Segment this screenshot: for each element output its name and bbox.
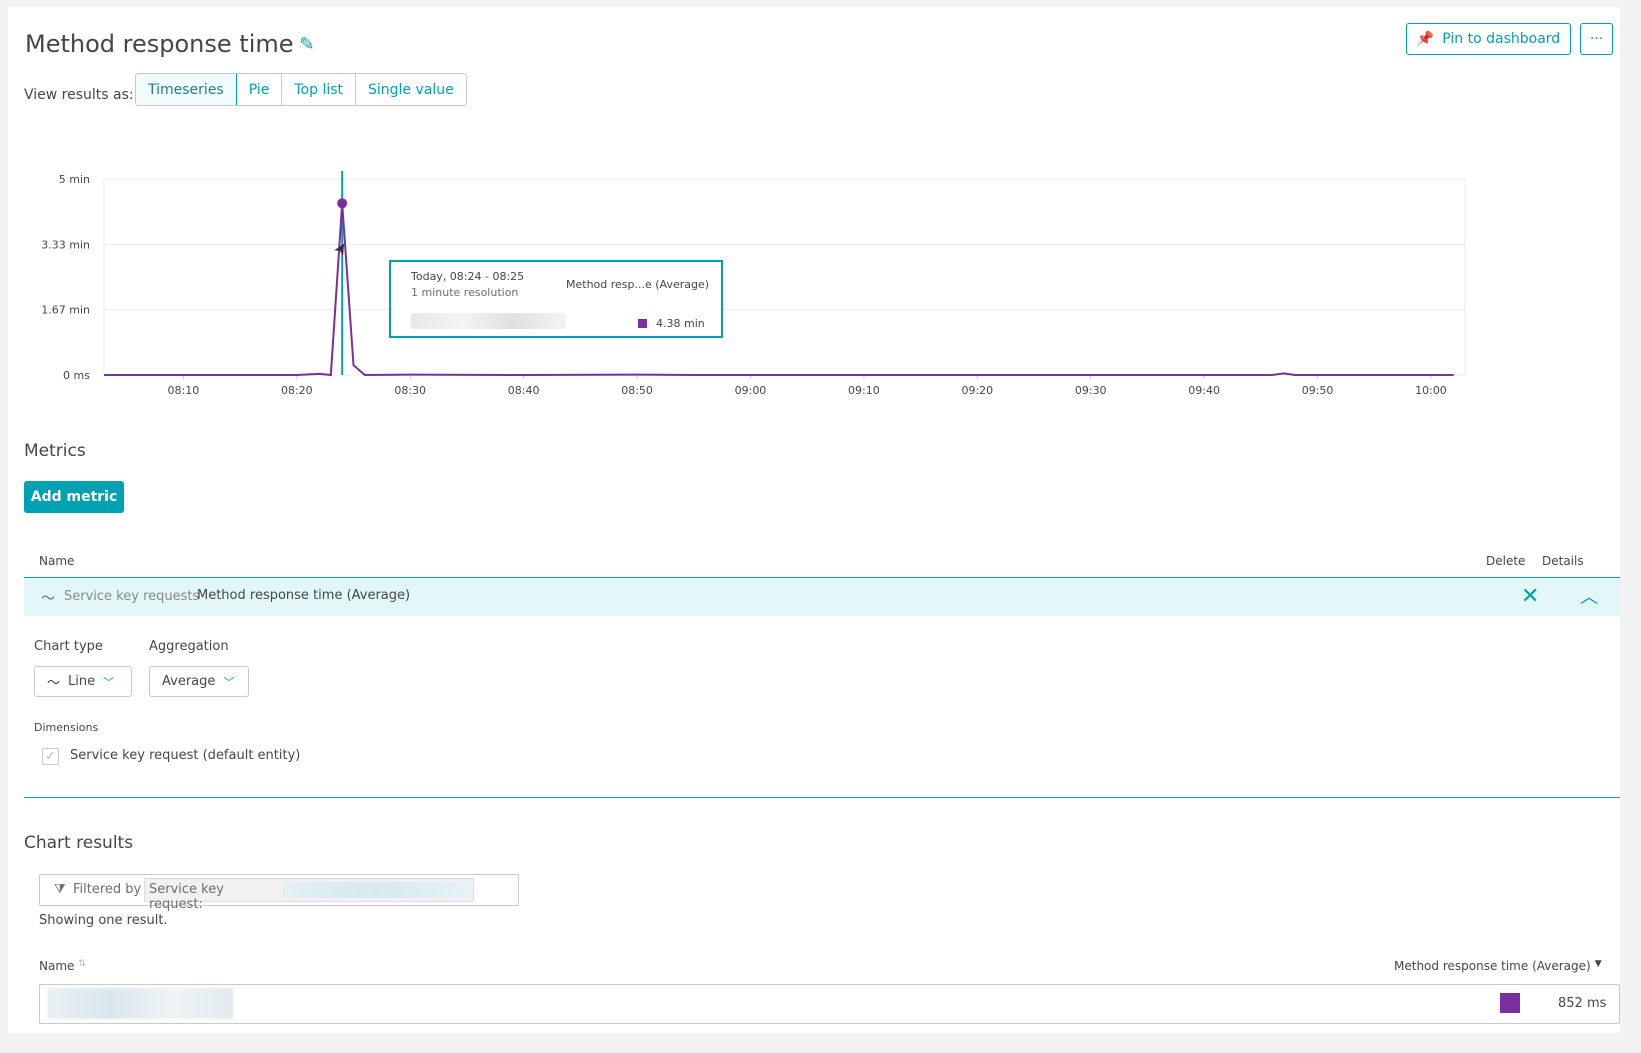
aggregation-label: Aggregation xyxy=(149,639,229,654)
collapse-details-chevron-up-icon[interactable]: ︿ xyxy=(1580,583,1598,609)
sort-icon: ⇅ xyxy=(78,959,86,969)
results-table-row[interactable]: 852 ms xyxy=(39,984,1620,1024)
results-col-metric[interactable]: Method response time (Average) ▼ xyxy=(1394,959,1602,973)
plot-frame xyxy=(103,178,1466,376)
tooltip-metric: Method resp...e (Average) xyxy=(566,278,710,291)
dimensions-label: Dimensions xyxy=(34,721,99,734)
tooltip-resolution: 1 minute resolution xyxy=(411,286,519,299)
aggregation-value: Average xyxy=(162,674,216,689)
chevron-down-icon: ﹀ xyxy=(103,675,115,689)
x-tick-label: 09:10 xyxy=(848,384,880,397)
page-title-text: Method response time xyxy=(25,30,294,58)
tooltip-time: Today, 08:24 - 08:25 xyxy=(411,270,525,283)
more-options-button[interactable]: ··· xyxy=(1580,23,1613,55)
edit-pencil-icon[interactable]: ✎ xyxy=(300,34,315,55)
mouse-cursor-icon: ➤ xyxy=(329,238,352,259)
y-tick-label: 0 ms xyxy=(63,369,90,382)
metric-category: Service key requests xyxy=(64,589,200,604)
filter-icon: ⧩ xyxy=(54,882,66,897)
x-tick-label: 08:40 xyxy=(508,384,540,397)
metrics-col-name: Name xyxy=(39,554,75,568)
filter-tag[interactable]: Service key request: xyxy=(144,878,474,912)
tooltip-series-swatch xyxy=(638,319,647,328)
view-results-label: View results as: xyxy=(24,87,134,103)
tooltip-entity-redacted xyxy=(411,313,566,329)
chart-results-title: Chart results xyxy=(24,833,134,853)
x-tick-label: 09:40 xyxy=(1188,384,1220,397)
page-title: Method response time ✎ xyxy=(25,30,315,58)
filter-tag-label: Service key request: xyxy=(149,882,224,912)
main-panel: Method response time ✎ 📌 Pin to dashboar… xyxy=(8,7,1620,1033)
filter-tag-value-redacted xyxy=(283,882,469,898)
x-tick-label: 09:00 xyxy=(735,384,767,397)
metrics-section-title: Metrics xyxy=(24,441,86,461)
section-divider xyxy=(24,797,1620,798)
metrics-col-details: Details xyxy=(1542,554,1584,568)
x-tick-label: 10:00 xyxy=(1415,384,1447,397)
metric-name: Method response time (Average) xyxy=(197,588,411,603)
view-option-top-list[interactable]: Top list xyxy=(282,74,357,105)
dimension-checkbox[interactable]: ✓ xyxy=(42,748,59,765)
series-line xyxy=(104,203,1454,377)
pin-label: Pin to dashboard xyxy=(1442,31,1561,47)
y-tick-label: 1.67 min xyxy=(41,304,90,317)
delete-metric-icon[interactable]: ✕ xyxy=(1521,584,1539,609)
filtered-by-label: Filtered by xyxy=(73,882,142,897)
dimension-item-label: Service key request (default entity) xyxy=(70,748,301,763)
chart-type-value: Line xyxy=(68,674,96,689)
results-col-metric-label: Method response time (Average) xyxy=(1394,959,1591,973)
view-option-single-value[interactable]: Single value xyxy=(356,74,466,105)
line-chart-icon: 〜 xyxy=(47,676,61,691)
chevron-down-icon: ﹀ xyxy=(223,675,235,689)
highlight-point xyxy=(337,198,348,209)
results-col-name-label: Name xyxy=(39,959,75,973)
result-value: 852 ms xyxy=(1558,996,1607,1011)
view-mode-segmented-control: Timeseries Pie Top list Single value xyxy=(135,73,467,106)
x-tick-label: 08:50 xyxy=(621,384,653,397)
x-tick-label: 09:30 xyxy=(1075,384,1107,397)
results-col-name[interactable]: Name ⇅ xyxy=(39,959,86,973)
add-metric-button[interactable]: Add metric xyxy=(24,481,124,513)
y-tick-label: 3.33 min xyxy=(41,238,90,251)
metric-row[interactable]: 〜 Service key requests Method response t… xyxy=(24,577,1620,616)
x-tick-label: 08:20 xyxy=(281,384,313,397)
result-series-swatch xyxy=(1500,993,1520,1013)
pin-icon: 📌 xyxy=(1416,31,1435,47)
showing-results-text: Showing one result. xyxy=(39,913,168,928)
aggregation-dropdown[interactable]: Average ﹀ xyxy=(149,666,249,697)
view-option-pie[interactable]: Pie xyxy=(237,74,283,105)
line-chart-icon: 〜 xyxy=(41,591,55,607)
timeseries-chart[interactable]: 5 min 3.33 min 1.67 min 0 ms 08:10 08:20 08:30… xyxy=(8,157,1620,427)
x-tick-label: 09:50 xyxy=(1302,384,1334,397)
more-icon: ··· xyxy=(1589,31,1604,47)
pin-to-dashboard-button[interactable]: 📌 Pin to dashboard xyxy=(1406,23,1571,55)
y-tick-label: 5 min xyxy=(59,173,90,186)
sort-desc-icon: ▼ xyxy=(1594,959,1602,969)
chart-type-label: Chart type xyxy=(34,639,103,654)
result-name-redacted xyxy=(47,988,233,1019)
x-tick-label: 08:30 xyxy=(394,384,426,397)
x-tick-label: 08:10 xyxy=(168,384,200,397)
view-option-timeseries[interactable]: Timeseries xyxy=(135,74,237,105)
results-filter-box[interactable]: ⧩ Filtered by Service key request: xyxy=(39,874,519,912)
chart-type-dropdown[interactable]: 〜 Line ﹀ xyxy=(34,666,132,697)
chart-tooltip: Today, 08:24 - 08:25 1 minute resolution… xyxy=(389,260,723,338)
x-tick-label: 09:20 xyxy=(961,384,993,397)
tooltip-value: 4.38 min xyxy=(656,317,705,330)
metrics-col-delete: Delete xyxy=(1486,554,1526,568)
